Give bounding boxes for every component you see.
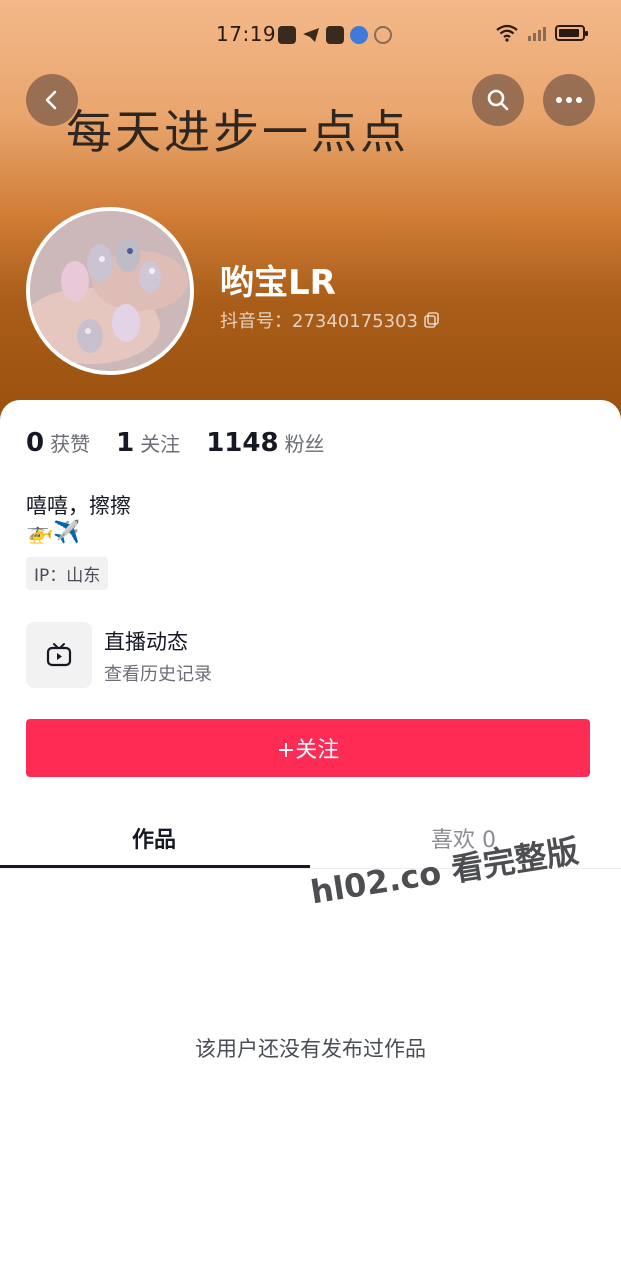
browser-icon xyxy=(350,26,368,44)
username: 哟宝LR xyxy=(220,263,336,303)
status-system-icons xyxy=(495,24,588,42)
stat-number: 1 xyxy=(116,428,135,458)
stat-number: 0 xyxy=(26,428,45,458)
follow-button[interactable]: +关注 xyxy=(26,719,590,777)
search-button[interactable] xyxy=(472,74,524,126)
tab-works[interactable]: 作品 xyxy=(132,822,176,854)
more-dots-icon xyxy=(556,97,582,103)
chevron-left-icon xyxy=(45,90,57,110)
live-icon-box xyxy=(26,622,92,688)
status-time: 17:19 xyxy=(216,22,277,46)
search-icon xyxy=(487,89,509,111)
live-history-entry[interactable]: 直播动态 查看历史记录 xyxy=(26,622,426,688)
douyin-id: 抖音号：27340175303 xyxy=(220,311,418,332)
telegram-icon xyxy=(302,26,320,44)
banner-text: 每天进步一点点 xyxy=(66,105,409,159)
stat-likes[interactable]: 0 获赞 xyxy=(26,428,90,458)
stats-row: 0 获赞 1 关注 1148 粉丝 xyxy=(26,428,351,458)
bio-emoji: 🚁✈️ xyxy=(26,520,81,545)
stat-following[interactable]: 1 关注 xyxy=(116,428,180,458)
app-notification-icon xyxy=(326,26,344,44)
stat-label: 获赞 xyxy=(50,432,91,456)
stat-label: 关注 xyxy=(140,432,181,456)
profile-header: 17:19 每天进步一点点 哟宝LR 抖音号：27340175303 xyxy=(0,0,621,420)
live-subtitle: 查看历史记录 xyxy=(104,664,212,685)
ip-location-badge: IP：山东 xyxy=(26,557,109,590)
app-notification-icon xyxy=(278,26,296,44)
battery-icon xyxy=(555,25,588,41)
avatar[interactable] xyxy=(26,207,194,375)
douyin-id-row[interactable]: 抖音号：27340175303 xyxy=(220,307,440,333)
more-button[interactable] xyxy=(543,74,595,126)
wifi-icon xyxy=(496,24,518,42)
active-tab-indicator xyxy=(0,865,310,868)
stat-number: 1148 xyxy=(206,428,279,458)
live-title: 直播动态 xyxy=(104,630,188,654)
status-notification-icons xyxy=(278,26,392,44)
copy-icon[interactable] xyxy=(424,312,440,328)
back-button[interactable] xyxy=(26,74,78,126)
signal-icon xyxy=(528,27,546,41)
nfc-icon xyxy=(374,26,392,44)
stat-followers[interactable]: 1148 粉丝 xyxy=(206,428,324,458)
stat-label: 粉丝 xyxy=(284,432,325,456)
status-bar: 17:19 xyxy=(0,22,621,50)
bio-text: 嘻嘻，擦擦 xyxy=(26,494,131,518)
empty-works-message: 该用户还没有发布过作品 xyxy=(195,1037,426,1061)
nail-art-avatar-image xyxy=(30,211,190,371)
tv-play-icon xyxy=(46,643,72,667)
